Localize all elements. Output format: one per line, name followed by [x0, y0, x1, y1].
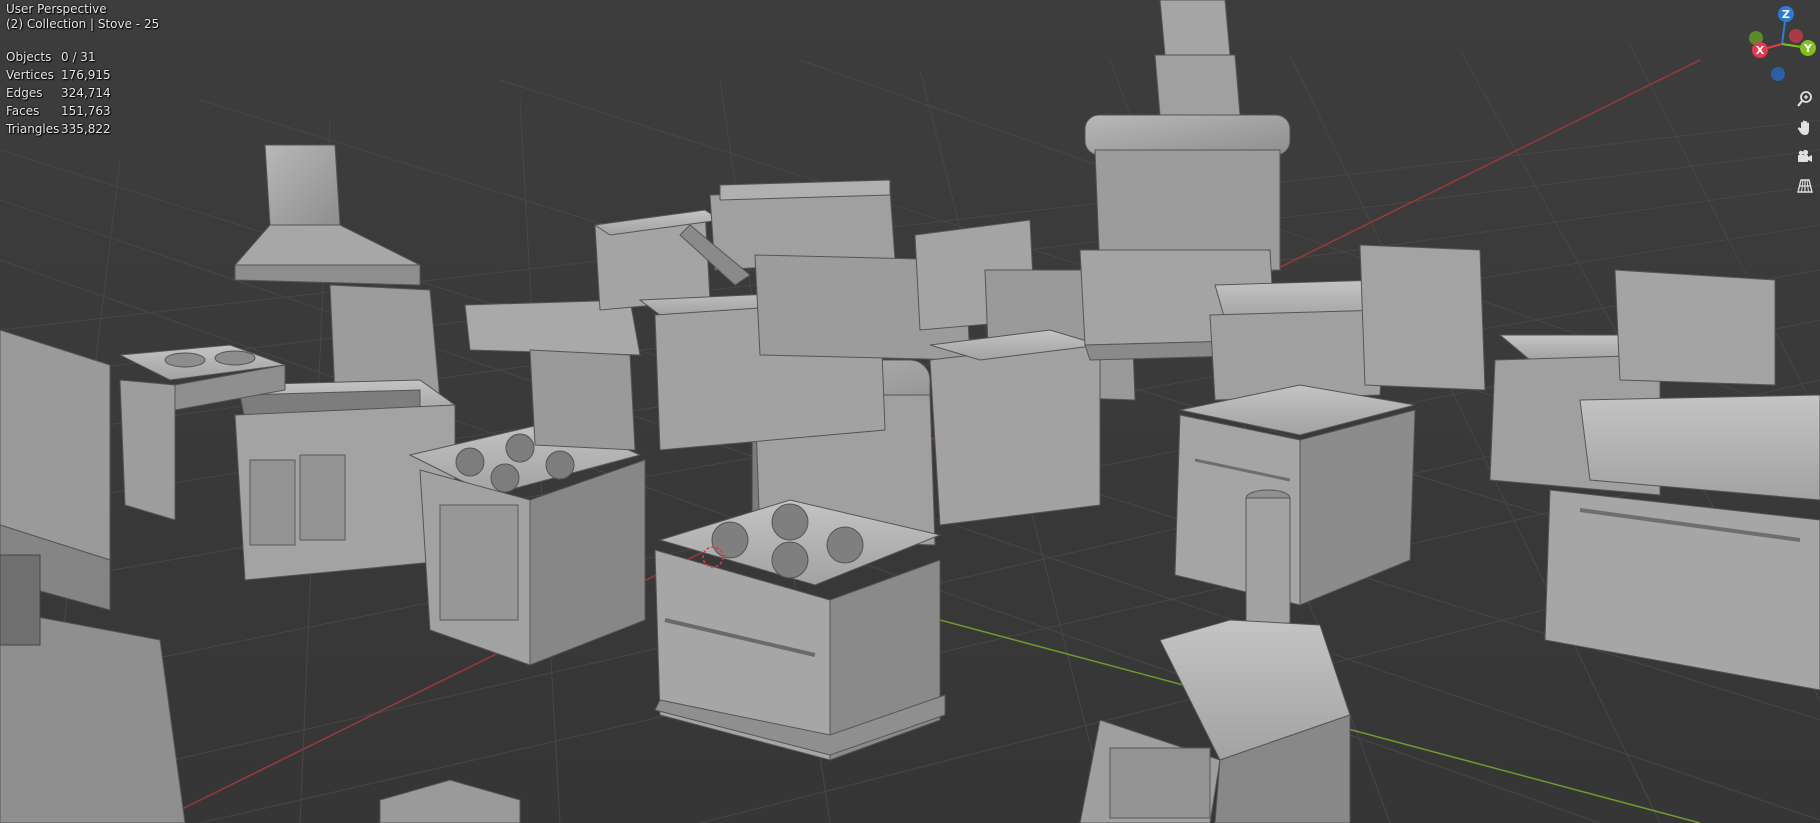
- stat-label: Objects: [6, 49, 52, 64]
- stat-row-vertices: Vertices 176,915: [6, 66, 111, 84]
- grid-ortho-icon[interactable]: [1792, 173, 1818, 199]
- gizmo-neg-x[interactable]: [1789, 29, 1803, 43]
- pan-hand-icon[interactable]: [1792, 115, 1818, 141]
- stat-label: Edges: [6, 85, 43, 100]
- stat-value: 335,822: [61, 121, 111, 136]
- gizmo-x-label: X: [1756, 44, 1765, 57]
- gizmo-z-label: Z: [1782, 8, 1790, 21]
- stat-value: 176,915: [61, 67, 111, 82]
- stat-row-objects: Objects 0 / 31: [6, 48, 111, 66]
- active-collection: (2) Collection | Stove - 25: [6, 17, 160, 31]
- stat-label: Faces: [6, 103, 40, 118]
- stat-label: Vertices: [6, 67, 54, 82]
- stat-row-faces: Faces 151,763: [6, 102, 111, 120]
- camera-icon[interactable]: [1792, 144, 1818, 170]
- navigation-gizmo[interactable]: Z Y X: [1736, 2, 1816, 82]
- 3d-viewport[interactable]: User Perspective (2) Collection | Stove …: [0, 0, 1820, 823]
- stat-value: 324,714: [61, 85, 111, 100]
- stat-value: 0 / 31: [61, 49, 96, 64]
- stat-label: Triangles: [6, 121, 60, 136]
- gizmo-y-label: Y: [1803, 42, 1813, 55]
- view-name: User Perspective: [6, 2, 107, 16]
- viewport-info: User Perspective (2) Collection | Stove …: [6, 2, 159, 32]
- stove-far-right-2[interactable]: [1544, 394, 1820, 691]
- stat-row-edges: Edges 324,714: [6, 84, 111, 102]
- stat-value: 151,763: [61, 103, 111, 118]
- scene-statistics: Objects 0 / 31 Vertices 176,915 Edges 32…: [6, 48, 111, 138]
- zoom-icon[interactable]: [1792, 86, 1818, 112]
- scene-canvas[interactable]: [0, 0, 1820, 823]
- navigation-controls: Z Y X: [1730, 0, 1820, 210]
- stat-row-triangles: Triangles 335,822: [6, 120, 111, 138]
- gizmo-neg-z[interactable]: [1771, 67, 1785, 81]
